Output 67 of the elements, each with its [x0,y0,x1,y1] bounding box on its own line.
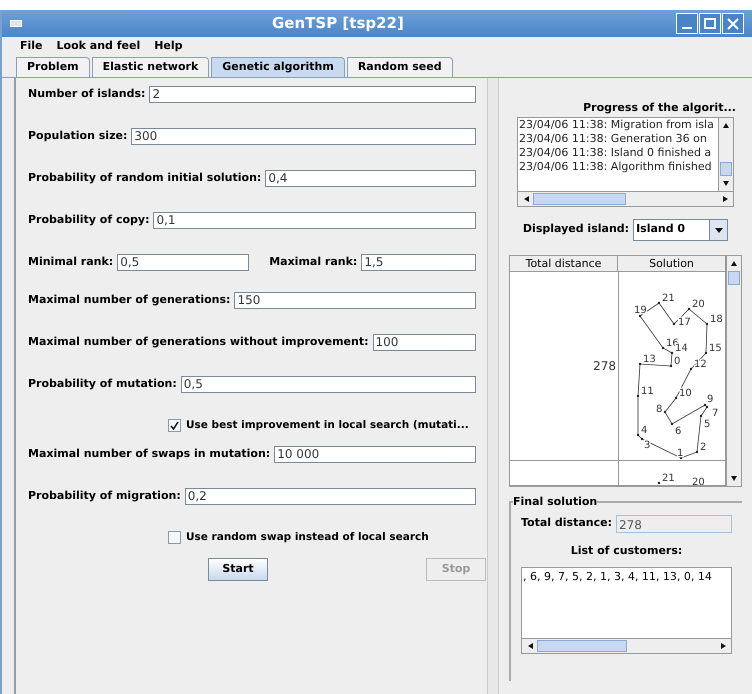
input-field[interactable]: 150 [234,292,476,309]
close-button[interactable] [722,13,744,34]
customers-text: , 6, 9, 7, 5, 2, 1, 3, 4, 11, 13, 0, 14 [522,569,713,585]
field-label: Maximal rank: [269,254,358,270]
tour-drawing: 21 20 [619,460,725,484]
input-field[interactable]: 100 [372,334,476,351]
total-distance-field: 278 [616,514,732,532]
table-cell-text: 278 [593,358,616,374]
scroll-left-icon[interactable] [522,194,530,202]
input-field[interactable]: 1,5 [361,254,476,271]
scroll-up-icon[interactable] [722,121,730,129]
input-field[interactable]: 2 [149,86,476,103]
minimize-button[interactable] [676,13,698,34]
scroll-down-icon[interactable] [722,179,730,187]
tab[interactable]: Elastic network [92,57,210,77]
input-field[interactable]: 0,2 [184,488,476,505]
total-distance-label: Total distance: [521,515,612,532]
menu-item[interactable]: Look and feel [56,38,140,55]
field-label: Maximal number of swaps in mutation: [28,446,270,462]
log-entry: 23/04/06 11:38: Migration from isla [519,118,715,132]
action-button[interactable]: Start [208,558,268,581]
close-icon [727,18,739,30]
scroll-thumb[interactable] [537,640,626,652]
progress-title: Progress of the algorit... [582,100,737,116]
window-title: GenTSP [tsp22] [272,13,404,34]
checkbox-label: Use random swap instead of local search [186,530,429,545]
tab[interactable]: Genetic algorithm [211,57,345,77]
scroll-up-icon[interactable] [730,259,738,267]
checkbox-label: Use best improvement in local search (mutati... [186,418,469,433]
scroll-right-icon[interactable] [720,642,728,650]
island-label: Displayed island: [522,221,630,238]
input-field[interactable]: 0,1 [153,212,476,229]
field-label: Number of islands: [28,86,146,102]
checkbox[interactable] [168,419,181,432]
scroll-down-icon[interactable] [730,474,738,482]
field-label: Minimal rank: [28,254,114,270]
input-field[interactable]: 300 [131,128,476,145]
log-entry: 23/04/06 11:38: Generation 36 on [519,132,708,146]
field-label: Maximal number of generations: [28,292,230,308]
menu-item[interactable]: Help [154,38,183,55]
scroll-thumb[interactable] [728,270,740,284]
field-label: Probability of migration: [28,488,181,504]
log-entry: 23/04/06 11:38: Algorithm finished [519,160,713,174]
menu-item[interactable]: File [20,38,43,55]
scroll-right-icon[interactable] [722,194,730,202]
scroll-thumb[interactable] [533,192,626,204]
input-field[interactable]: 0,4 [265,170,476,187]
field-label: Maximal number of generations without improvement: [28,334,369,350]
field-label: Probability of random initial solution: [28,170,262,186]
scroll-thumb[interactable] [720,162,732,176]
tab[interactable]: Random seed [346,57,453,77]
island-dropdown[interactable]: Island 0 [633,218,728,240]
field-label: Probability of mutation: [28,376,177,392]
field-label: Population size: [28,128,128,144]
checkbox[interactable] [168,531,181,544]
tab[interactable]: Problem [16,57,90,77]
input-field[interactable]: 0,5 [117,254,250,271]
column-header[interactable]: Total distance [510,256,618,270]
check-icon [170,421,179,430]
input-field[interactable]: 10 000 [274,446,476,463]
maximize-button[interactable] [699,13,721,34]
customers-label: List of customers: [570,542,684,558]
scroll-left-icon[interactable] [526,642,534,650]
field-label: Probability of copy: [28,212,150,228]
log-entry: 23/04/06 11:38: Island 0 finished a [519,146,712,160]
caret-icon [714,226,723,234]
input-field[interactable]: 0,5 [180,376,476,393]
